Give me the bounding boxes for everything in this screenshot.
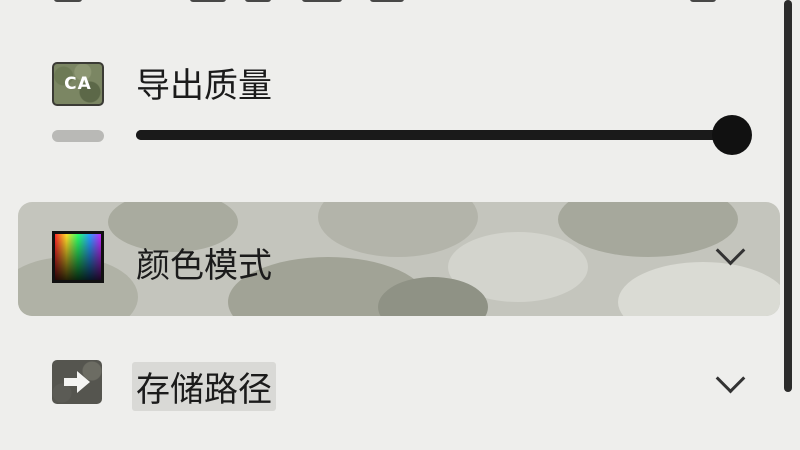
camo-ca-icon: CA	[52, 62, 104, 106]
export-quality-label: 导出质量	[136, 66, 272, 106]
quality-slider-handle[interactable]	[712, 115, 752, 155]
minus-icon	[52, 130, 104, 142]
chevron-down-icon[interactable]	[715, 363, 746, 394]
arrow-right-icon	[52, 360, 102, 404]
save-path-label: 存储路径	[132, 362, 276, 411]
color-palette-icon	[52, 231, 104, 283]
cut-off-row	[40, 0, 740, 6]
icon-text: CA	[64, 74, 92, 94]
color-mode-dropdown[interactable]	[18, 202, 780, 316]
scrollbar-thumb[interactable]	[784, 0, 792, 392]
quality-slider[interactable]	[136, 115, 752, 155]
color-mode-label: 颜色模式	[136, 246, 272, 286]
quality-slider-fill	[136, 130, 732, 140]
settings-panel: CA 导出质量 颜色模式 存储路径	[0, 0, 800, 450]
arrow-right-glyph	[64, 371, 90, 393]
